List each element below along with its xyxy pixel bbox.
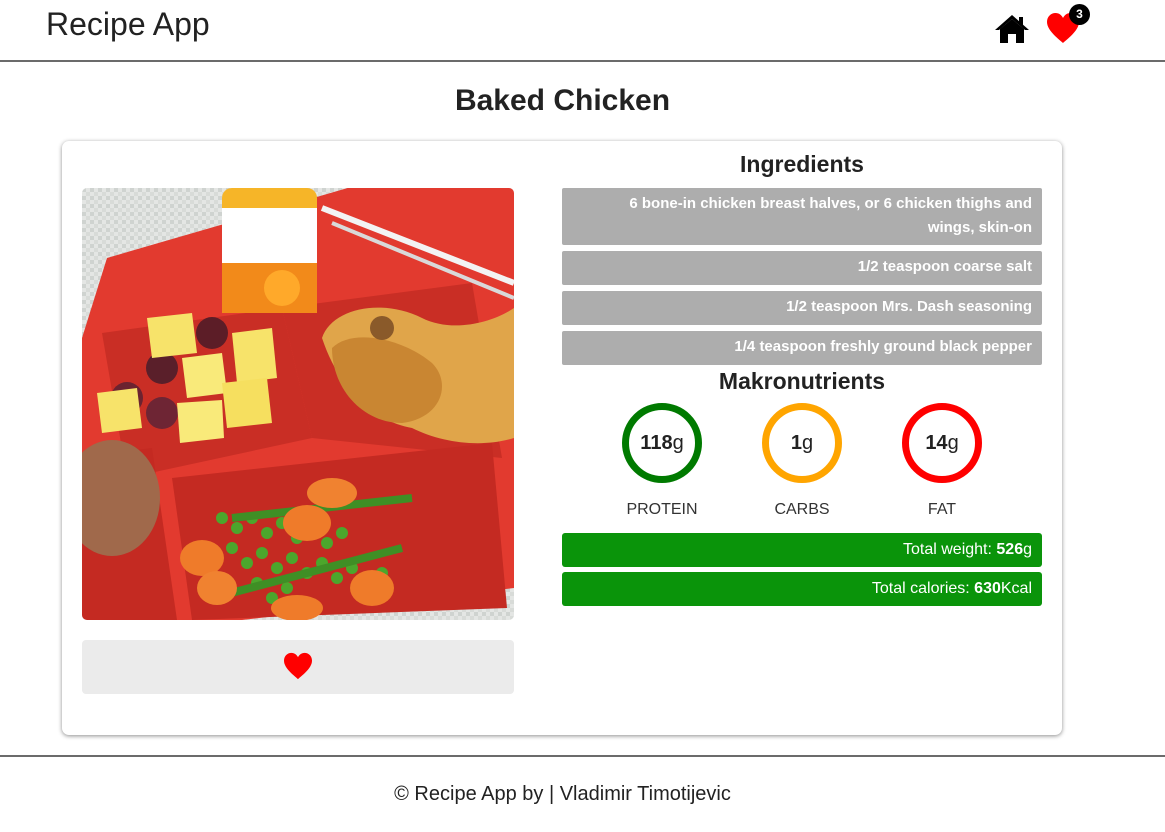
total-calories-label: Total calories: [871,580,975,597]
navbar: Recipe App 3 [0,0,1165,62]
fat-unit: g [947,431,959,454]
protein-value: 118 [640,431,673,454]
macronutrients: 118 g PROTEIN 1g CARBS 14 g FAT [562,403,1042,518]
ingredient-item: 1/2 teaspoon Mrs. Dash seasoning [562,291,1042,325]
fat-value: 14 [925,431,948,454]
protein-label: PROTEIN [626,501,698,518]
total-weight-value: 526 [996,541,1024,558]
ingredient-item: 1/4 teaspoon freshly ground black pepper [562,331,1042,365]
footer: © Recipe App by | Vladimir Timotijevic [0,755,1165,832]
carbs-value: 1 [790,431,802,454]
total-calories: Total calories: 630Kcal [562,572,1042,606]
home-button[interactable] [994,14,1030,44]
macro-carbs: 1g CARBS [742,403,862,519]
fat-label: FAT [927,501,957,518]
total-calories-unit: Kcal [1000,580,1032,597]
total-calories-value: 630 [974,580,1001,597]
ingredient-item: 6 bone-in chicken breast halves, or 6 ch… [562,188,1042,245]
macro-protein: 118 g PROTEIN [602,403,722,519]
macro-fat: 14 g FAT [882,403,1002,519]
home-icon [995,15,1029,43]
heart-icon [284,652,312,680]
ingredients-list: 6 bone-in chicken breast halves, or 6 ch… [562,188,1042,371]
add-favorite-button[interactable] [82,640,514,694]
recipe-title: Baked Chicken [454,84,671,117]
protein-ring: 118 g [622,403,702,483]
carbs-label: CARBS [774,501,830,518]
macronutrients-title: Makronutrients [718,368,886,394]
fat-ring: 14 g [902,403,982,483]
app-brand[interactable]: Recipe App [46,6,210,43]
recipe-card: Ingredients 6 bone-in chicken breast hal… [62,141,1062,735]
total-weight-label: Total weight: [903,541,997,558]
favorites-count-badge: 3 [1069,4,1090,25]
ingredients-title: Ingredients [740,151,864,177]
recipe-photo [82,188,514,620]
protein-unit: g [672,431,684,454]
total-weight: Total weight: 526g [562,533,1042,567]
ingredient-item: 1/2 teaspoon coarse salt [562,251,1042,285]
carbs-unit: g [802,431,814,454]
footer-text: © Recipe App by | Vladimir Timotijevic [394,783,731,805]
carbs-ring: 1g [762,403,842,483]
total-weight-unit: g [1023,541,1032,558]
